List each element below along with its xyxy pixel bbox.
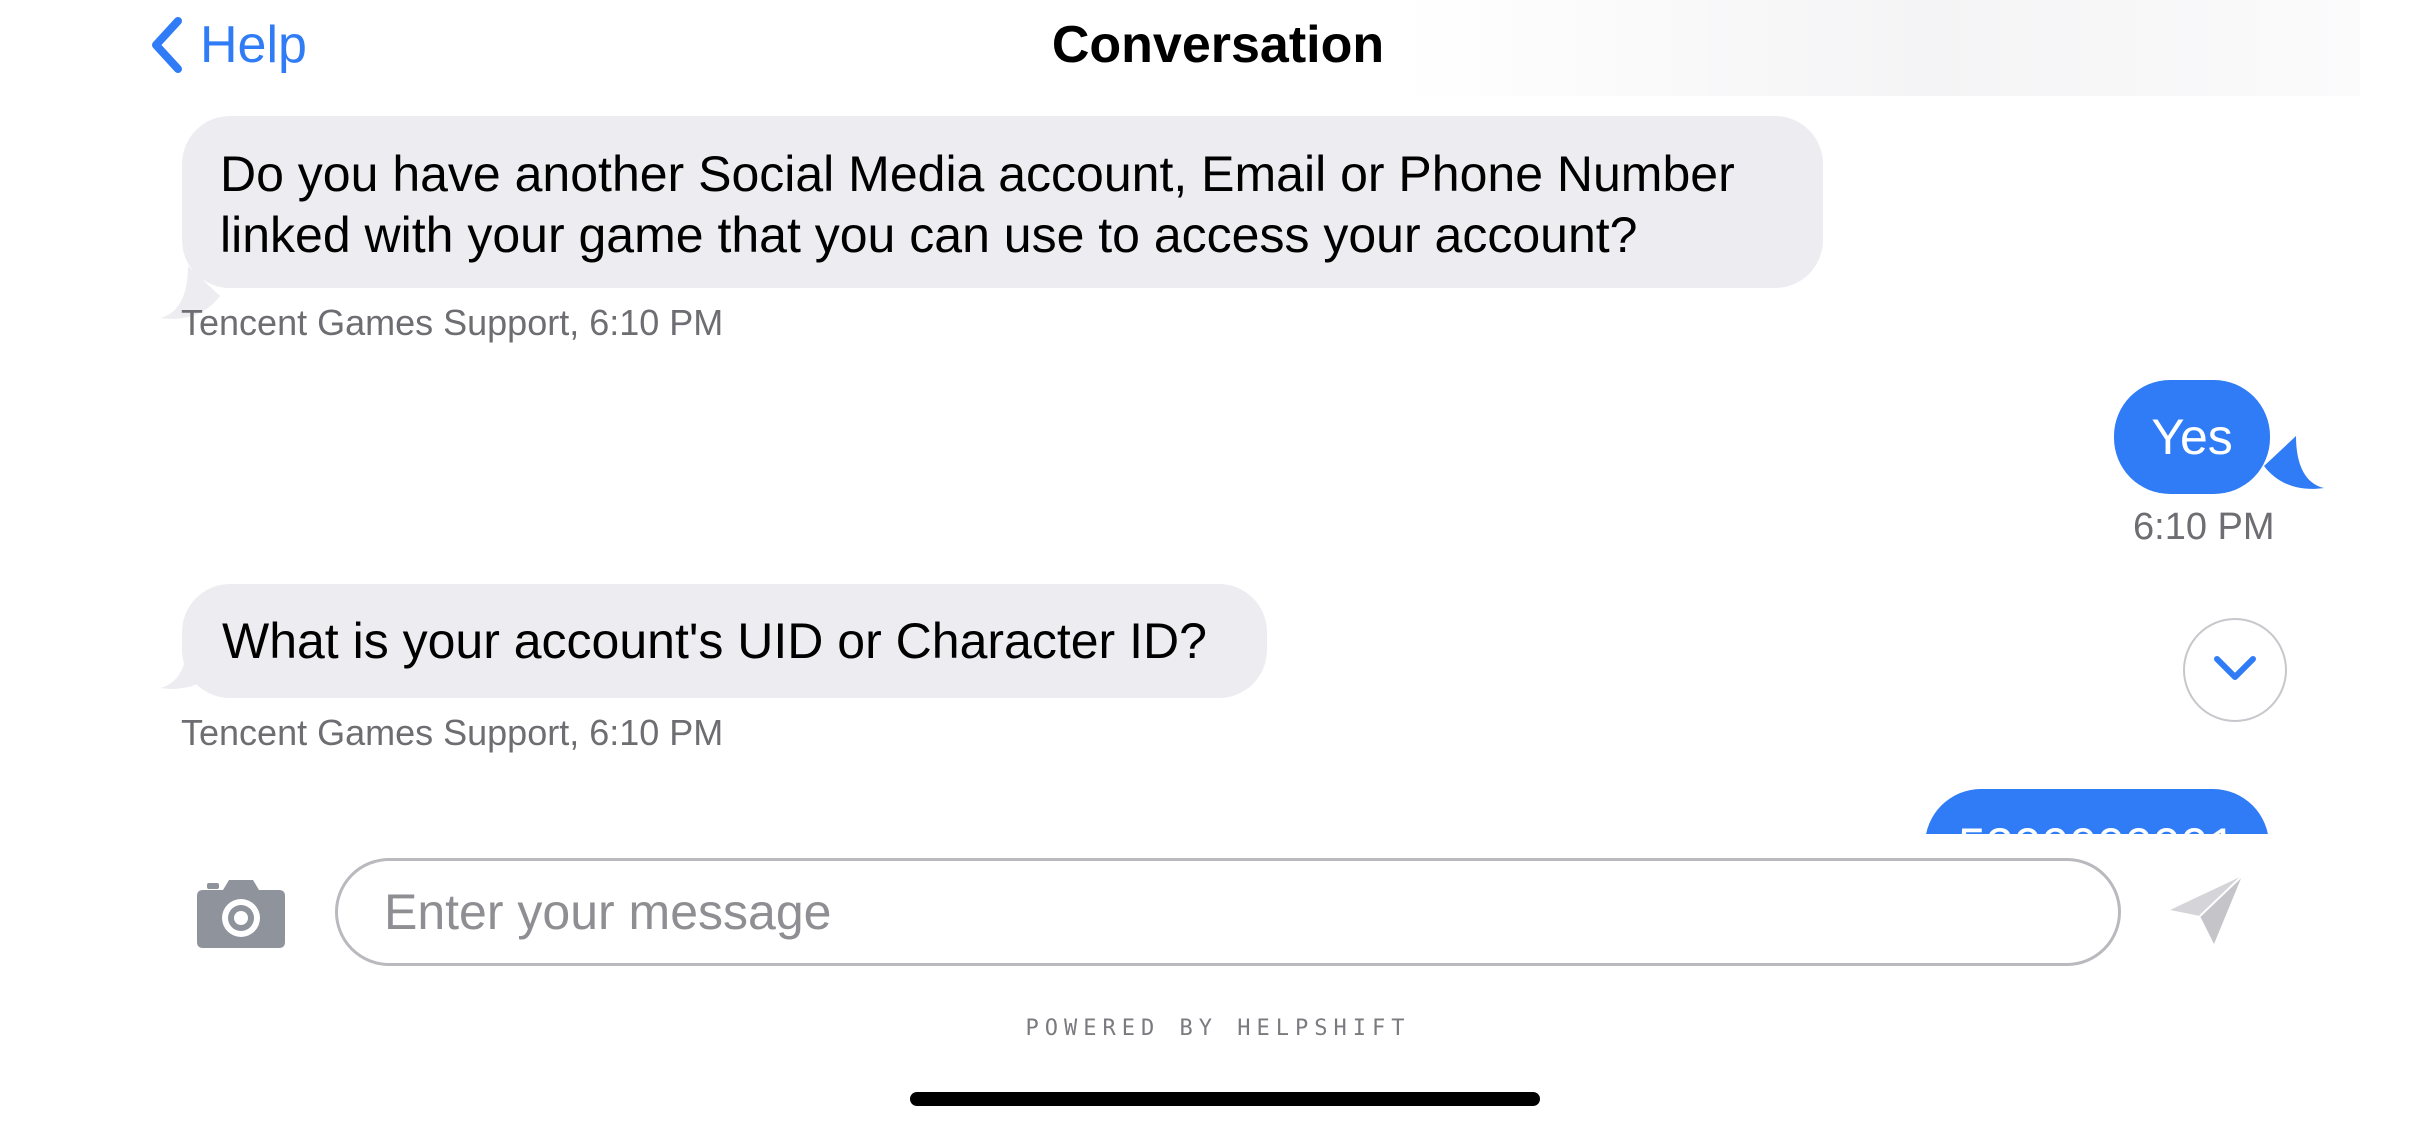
message-bubble: Yes — [2114, 380, 2270, 494]
page-title: Conversation — [1051, 16, 1385, 74]
bubble-tail — [2264, 436, 2324, 489]
message-text: Do you have another Social Media account… — [220, 146, 1735, 263]
paper-plane-icon — [2166, 875, 2246, 952]
home-indicator[interactable] — [910, 1092, 1540, 1106]
message-text: Yes — [2151, 409, 2233, 465]
powered-by-label: POWERED BY HELPSHIFT — [1025, 1016, 1411, 1041]
send-button[interactable] — [2166, 872, 2246, 948]
message-text: What is your account's UID or Character … — [222, 612, 1207, 669]
message-meta: 6:10 PM — [2133, 506, 2275, 548]
message-meta: Tencent Games Support, 6:10 PM — [181, 712, 724, 753]
message-bubble: Do you have another Social Media account… — [182, 116, 1823, 288]
message-text: 5200000001 — [1958, 817, 2236, 834]
message-bubble: What is your account's UID or Character … — [182, 584, 1267, 698]
chevron-down-icon — [2213, 654, 2257, 687]
message-meta: Tencent Games Support, 6:10 PM — [181, 302, 724, 343]
camera-icon — [195, 880, 287, 952]
message-list[interactable]: Do you have another Social Media account… — [0, 96, 2436, 834]
camera-button[interactable] — [195, 876, 287, 948]
message-input[interactable] — [335, 858, 2121, 966]
message-bubble: 5200000001 — [1925, 789, 2269, 834]
scroll-to-bottom-button[interactable] — [2183, 618, 2287, 722]
